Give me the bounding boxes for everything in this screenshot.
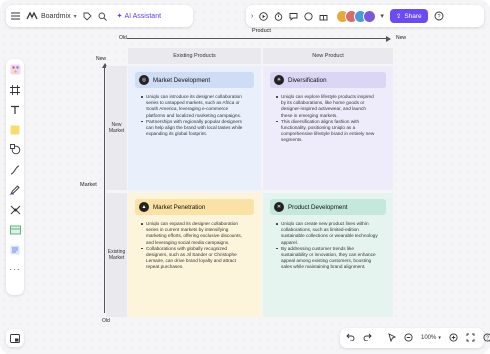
bullet-list: Uniqlo can expand its designer collabora… — [135, 221, 254, 271]
quadrant-title: Market Development — [153, 76, 211, 84]
quadrant-header: ◎ Market Development — [135, 72, 254, 88]
x-axis-line — [127, 38, 389, 39]
list-item: Uniqlo can explore lifestyle products in… — [276, 94, 378, 119]
bullet-list: Uniqlo can create new product lines with… — [270, 221, 386, 271]
text-tool-icon[interactable] — [10, 104, 21, 115]
zoom-level[interactable]: 100% — [421, 335, 436, 341]
top-right-toolbar: › ▾ ⇪ Share ? — [246, 5, 484, 27]
upload-icon[interactable] — [10, 244, 21, 255]
more-icon[interactable]: ▾ — [380, 12, 384, 20]
ai-sparkle-icon: ✦ — [116, 13, 123, 20]
quadrant-header: ✳ Diversification — [270, 72, 386, 88]
quadrant-market-development[interactable]: ◎ Market Development Uniqlo can introduc… — [128, 66, 261, 190]
share-label: Share — [404, 12, 422, 20]
zoom-in-icon[interactable] — [449, 332, 458, 344]
list-item: This diversification aligns fashion with… — [276, 119, 378, 144]
y-axis-title: Market — [80, 182, 97, 188]
list-item: Uniqlo can introduce its designer collab… — [141, 94, 246, 119]
left-toolbar: ··· — [6, 59, 24, 295]
search-icon[interactable] — [98, 12, 107, 21]
board-name: Boardmix — [41, 12, 71, 20]
bullet-list: Uniqlo can introduce its designer collab… — [135, 94, 254, 137]
bullet-list: Uniqlo can explore lifestyle products in… — [270, 94, 386, 144]
mind-map-icon[interactable] — [10, 204, 21, 215]
help-icon[interactable]: ? — [483, 332, 490, 344]
sticky-note-icon[interactable] — [10, 124, 21, 135]
quadrant-title: Product Development — [288, 203, 348, 211]
zoom-dropdown-icon[interactable]: ▾ — [438, 335, 441, 341]
chevron-right-icon[interactable]: › — [251, 13, 253, 20]
share-icon: ⇪ — [395, 13, 402, 20]
svg-text:?: ? — [486, 335, 489, 341]
y-axis-line — [104, 67, 105, 313]
tag-icon[interactable] — [83, 12, 92, 21]
y-axis-new-label: New — [96, 56, 107, 62]
list-item: Uniqlo can expand its designer collabora… — [141, 221, 246, 246]
chevron-down-icon: ▾ — [73, 13, 77, 20]
quadrant-market-penetration[interactable]: ▲ Market Penetration Uniqlo can expand i… — [128, 193, 261, 317]
quadrant-product-development[interactable]: ✕ Product Development Uniqlo can create … — [263, 193, 393, 317]
col-header-new-product: New Product — [263, 48, 393, 64]
quadrant-title: Market Penetration — [153, 203, 206, 211]
boardmix-logo-icon — [26, 10, 38, 22]
row-header-new-market: New Market — [106, 66, 127, 190]
comment-icon[interactable] — [289, 12, 298, 21]
top-left-toolbar: Boardmix ▾ ✦ AI Assistant — [6, 5, 193, 27]
quadrant-header: ✕ Product Development — [270, 199, 386, 215]
x-axis-arrow — [386, 35, 391, 42]
quadrant-header: ▲ Market Penetration — [135, 199, 254, 215]
gift-icon[interactable] — [319, 12, 328, 21]
ai-assistant-label: AI Assistant — [124, 12, 162, 20]
target-icon: ◎ — [139, 75, 149, 85]
penetration-icon: ▲ — [139, 202, 149, 212]
col-header-existing-products: Existing Products — [128, 48, 261, 64]
fit-screen-icon[interactable] — [466, 333, 475, 344]
table-tool-icon[interactable] — [9, 224, 21, 235]
svg-text:?: ? — [437, 14, 440, 20]
pen-tool-icon[interactable] — [10, 184, 21, 195]
list-item: Collaborations with globally recognized … — [141, 246, 246, 271]
shape-tool-icon[interactable] — [9, 144, 21, 155]
list-item: Uniqlo can create new product lines with… — [276, 221, 378, 246]
play-icon[interactable] — [259, 11, 269, 21]
minimap-button[interactable] — [6, 329, 24, 347]
x-axis-title: Product — [252, 28, 271, 34]
tools-icon: ✕ — [274, 202, 284, 212]
redo-icon[interactable] — [363, 333, 372, 343]
connector-icon[interactable] — [10, 164, 21, 175]
more-tools-icon[interactable]: ··· — [10, 264, 21, 275]
minimap-icon — [10, 333, 20, 343]
zoom-out-icon[interactable] — [404, 332, 413, 344]
bottom-toolbar: 100% ▾ ? — [340, 328, 490, 348]
ai-assistant-button[interactable]: ✦ AI Assistant — [113, 10, 165, 22]
quadrant-diversification[interactable]: ✳ Diversification Uniqlo can explore lif… — [263, 66, 393, 190]
collaborator-avatars[interactable] — [336, 9, 377, 23]
x-axis-old-label: Old — [119, 35, 127, 41]
y-axis-old-label: Old — [102, 318, 110, 324]
x-axis-new-label: New — [396, 35, 407, 41]
chat-icon[interactable] — [304, 11, 313, 21]
cursor-icon[interactable] — [388, 332, 397, 344]
help-icon[interactable]: ? — [434, 11, 444, 21]
frame-tool-icon[interactable] — [10, 84, 21, 95]
timer-icon[interactable] — [274, 11, 283, 21]
app-frame: Boardmix ▾ ✦ AI Assistant › ▾ ⇪ Share ? … — [0, 0, 490, 354]
board-menu[interactable]: Boardmix ▾ — [26, 10, 77, 22]
diversify-icon: ✳ — [274, 75, 284, 85]
row-header-existing-market: Existing Market — [106, 193, 127, 317]
list-item: Partnerships with regionally popular des… — [141, 119, 246, 138]
list-item: By addressing customer trends like susta… — [276, 246, 378, 271]
share-button[interactable]: ⇪ Share — [389, 9, 428, 23]
quadrant-title: Diversification — [288, 76, 327, 84]
templates-icon[interactable] — [10, 64, 21, 75]
menu-icon[interactable] — [11, 12, 20, 20]
undo-icon[interactable] — [346, 333, 355, 343]
avatar[interactable] — [363, 9, 377, 23]
